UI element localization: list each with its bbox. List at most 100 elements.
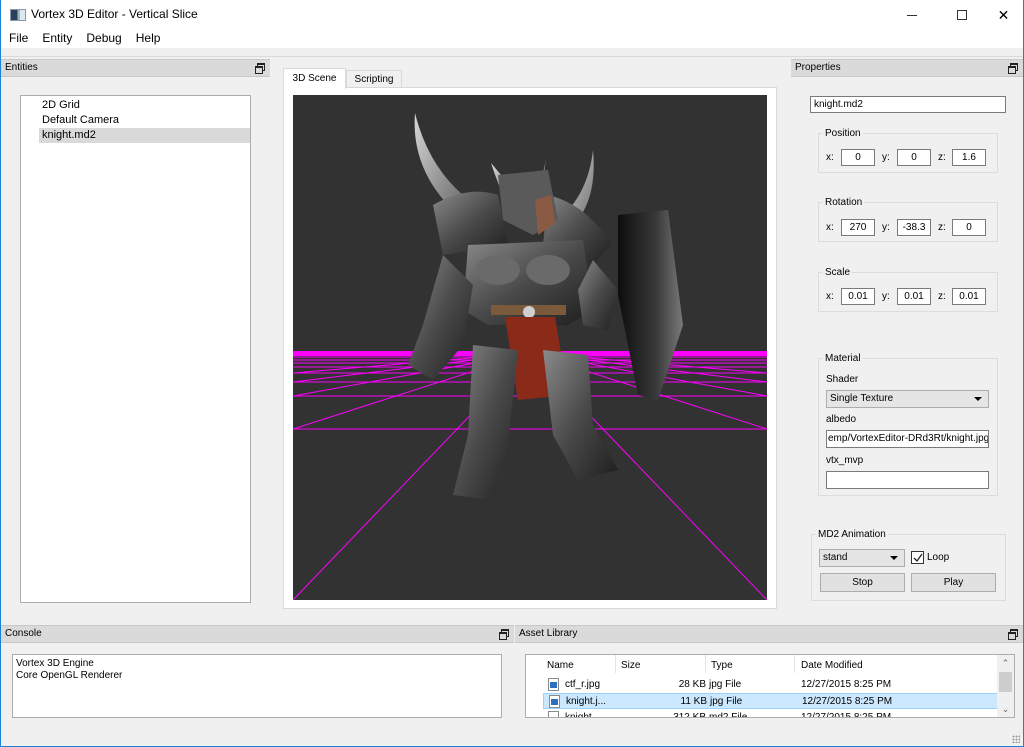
tab-scripting[interactable]: Scripting (346, 70, 402, 88)
close-icon: ✕ (997, 6, 1010, 23)
rotation-y-label: y: (882, 222, 890, 233)
maximize-button[interactable] (939, 0, 984, 30)
asset-file-list: Name Size Type Date Modified ctf_r.jpg 2… (525, 654, 1015, 718)
title-bar: Vortex 3D Editor - Vertical Slice ✕ (1, 0, 1023, 30)
scroll-down-arrow[interactable]: ⌄ (997, 701, 1014, 717)
asset-size: 28 KB (678, 679, 706, 690)
asset-type: jpg File (709, 679, 742, 690)
rotation-y-input[interactable]: -38.3 (897, 219, 931, 236)
properties-dock-header[interactable]: Properties (791, 59, 1023, 77)
entities-dock-header[interactable]: Entities (1, 59, 270, 77)
float-dock-icon[interactable] (255, 63, 265, 74)
menu-bar: File Entity Debug Help (1, 30, 1023, 48)
float-dock-icon[interactable] (1008, 63, 1018, 74)
animation-dropdown[interactable]: stand (819, 549, 905, 567)
float-dock-icon[interactable] (1008, 629, 1018, 640)
file-icon (548, 711, 559, 717)
entity-item-default-camera[interactable]: Default Camera (39, 113, 250, 128)
menu-debug[interactable]: Debug (78, 30, 121, 48)
vtx-mvp-input[interactable] (826, 471, 989, 489)
loop-checkbox[interactable] (911, 551, 924, 564)
minimize-icon (906, 14, 917, 16)
column-separator[interactable] (794, 655, 795, 673)
tab-3d-scene[interactable]: 3D Scene (283, 68, 346, 89)
asset-name: knight.... (565, 712, 603, 718)
position-group-title: Position (823, 128, 863, 140)
viewport-canvas (293, 113, 767, 600)
column-separator[interactable] (615, 655, 616, 673)
shield (618, 210, 683, 400)
menu-file[interactable]: File (1, 30, 28, 48)
scale-z-input[interactable]: 0.01 (952, 288, 986, 305)
minimize-button[interactable] (889, 0, 934, 30)
entity-list: 2D Grid Default Camera knight.md2 (20, 95, 251, 603)
rotation-z-input[interactable]: 0 (952, 219, 986, 236)
play-button[interactable]: Play (911, 573, 996, 592)
checkmark-icon (913, 553, 923, 563)
image-file-icon (549, 695, 560, 708)
rotation-group-title: Rotation (823, 197, 865, 209)
float-dock-icon[interactable] (499, 629, 509, 640)
left-horn (414, 113, 463, 205)
rotation-z-label: z: (938, 222, 946, 233)
scroll-up-arrow[interactable]: ⌃ (997, 655, 1014, 671)
menu-entity[interactable]: Entity (34, 30, 72, 48)
entity-item-2d-grid[interactable]: 2D Grid (39, 98, 250, 113)
close-button[interactable]: ✕ (981, 0, 1024, 30)
toolbar-strip (1, 48, 1023, 57)
position-y-input[interactable]: 0 (897, 149, 931, 166)
console-output[interactable]: Vortex 3D Engine Core OpenGL Renderer (12, 654, 502, 718)
asset-row-selected[interactable]: knight.j... 11 KB jpg File 12/27/2015 8:… (543, 693, 998, 709)
asset-row[interactable]: knight.... 312 KB md2 File 12/27/2015 8:… (543, 710, 998, 718)
column-separator[interactable] (705, 655, 706, 673)
column-header-date-modified[interactable]: Date Modified (801, 659, 863, 673)
scale-x-label: x: (826, 291, 834, 302)
resize-grip[interactable] (1012, 735, 1020, 743)
knight-model (408, 113, 683, 500)
rotation-x-input[interactable]: 270 (841, 219, 875, 236)
scroll-thumb[interactable] (999, 672, 1012, 692)
animation-group-title: MD2 Animation (816, 529, 888, 541)
albedo-input[interactable]: emp/VortexEditor-DRd3Rt/knight.jpg (826, 430, 989, 448)
asset-name: ctf_r.jpg (565, 679, 601, 690)
app-window: Vortex 3D Editor - Vertical Slice ✕ File… (0, 0, 1024, 747)
image-file-icon (548, 678, 559, 691)
position-x-input[interactable]: 0 (841, 149, 875, 166)
animation-dropdown-value: stand (823, 552, 848, 563)
column-header-name[interactable]: Name (547, 659, 574, 673)
chevron-down-icon (890, 556, 898, 560)
chevron-down-icon (974, 397, 982, 401)
asset-date: 12/27/2015 8:25 PM (801, 679, 892, 690)
right-leg (543, 350, 618, 480)
entities-dock-title: Entities (5, 62, 38, 73)
entity-name-input[interactable]: knight.md2 (810, 96, 1006, 113)
column-header-size[interactable]: Size (621, 659, 640, 673)
console-dock-header[interactable]: Console (1, 625, 514, 643)
scale-x-input[interactable]: 0.01 (841, 288, 875, 305)
shader-dropdown[interactable]: Single Texture (826, 390, 989, 408)
albedo-label: albedo (826, 414, 857, 425)
asset-row[interactable]: ctf_r.jpg 28 KB jpg File 12/27/2015 8:25… (543, 677, 998, 693)
scale-z-label: z: (938, 291, 946, 302)
scale-y-input[interactable]: 0.01 (897, 288, 931, 305)
vtx-mvp-label: vtx_mvp (826, 455, 864, 466)
position-z-input[interactable]: 1.6 (952, 149, 986, 166)
entity-item-knight[interactable]: knight.md2 (39, 128, 250, 143)
stop-button[interactable]: Stop (820, 573, 905, 592)
console-dock-title: Console (5, 628, 42, 639)
position-x-label: x: (826, 152, 834, 163)
asset-library-dock-header[interactable]: Asset Library (515, 625, 1023, 643)
shader-dropdown-value: Single Texture (830, 393, 894, 404)
vertical-scrollbar[interactable]: ⌃ ⌄ (997, 655, 1014, 717)
asset-size: 11 KB (680, 696, 708, 707)
column-header-type[interactable]: Type (711, 659, 733, 673)
3d-viewport[interactable] (293, 95, 767, 600)
asset-type: jpg File (710, 696, 743, 707)
menu-help[interactable]: Help (128, 30, 161, 48)
asset-library-dock-title: Asset Library (519, 628, 578, 639)
position-y-label: y: (882, 152, 890, 163)
asset-type: md2 File (709, 712, 748, 718)
material-group-title: Material (823, 353, 863, 365)
chest-right (526, 255, 570, 285)
maximize-icon (956, 10, 967, 20)
